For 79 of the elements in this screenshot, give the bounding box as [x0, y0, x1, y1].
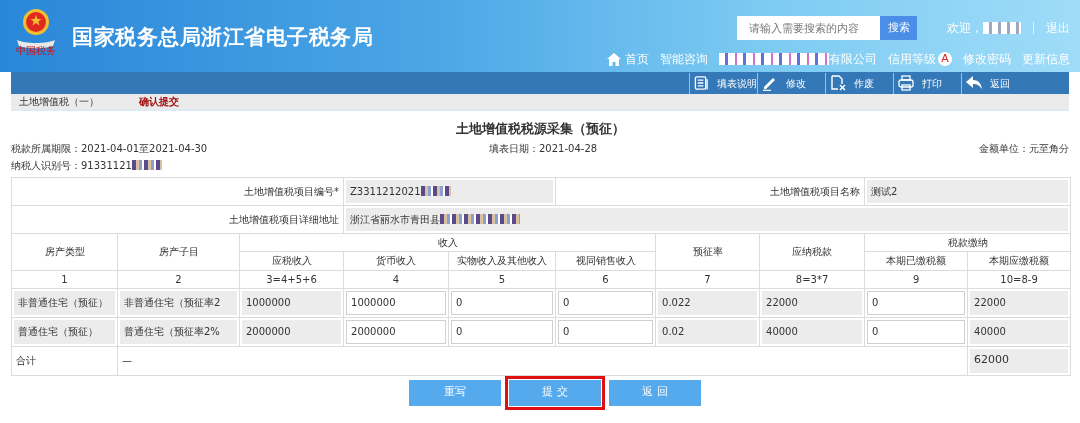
column-number: 10=8-9	[1000, 273, 1038, 285]
field-label: 土地增值税项目编号*	[244, 185, 339, 197]
value-field[interactable]: 2000000	[242, 319, 341, 344]
amount-unit: 金额单位：元至角分	[979, 141, 1069, 156]
column-header: 预征率	[692, 246, 723, 257]
total-field: 62000	[970, 348, 1069, 373]
column-number: 4	[392, 273, 400, 285]
redaction-mark	[420, 186, 451, 196]
site-title: 国家税务总局浙江省电子税务局	[72, 24, 374, 51]
value-field[interactable]: Z3311212021	[346, 179, 554, 203]
toolbar-button[interactable]: 打印	[893, 72, 961, 94]
value-field[interactable]: 22000	[970, 290, 1069, 315]
rating-badge: A	[938, 52, 952, 66]
column-number: 7	[704, 273, 711, 285]
value-field[interactable]: 40000	[762, 319, 863, 344]
toolbar-button[interactable]: 修改	[757, 72, 825, 94]
total-label: 合计	[16, 355, 36, 366]
value-field[interactable]: 普通住宅（预征率2%	[120, 319, 237, 344]
print-icon	[898, 75, 914, 91]
toolbar-button[interactable]: 作废	[825, 72, 893, 94]
column-number: 2	[175, 273, 182, 285]
search-field[interactable]: 请输入需要搜索的内容	[737, 16, 880, 40]
column-header: 应税收入	[271, 255, 312, 266]
value-field[interactable]: 1000000	[242, 290, 341, 315]
column-number: 1	[61, 273, 68, 285]
column-header: 视同销售收入	[575, 255, 636, 266]
document-icon	[694, 75, 709, 91]
value-field[interactable]: 2000000	[346, 319, 446, 344]
redaction-mark	[131, 160, 162, 170]
value-field[interactable]: 测试2	[867, 179, 1069, 203]
pencil-icon	[762, 75, 778, 91]
fill-date: 填表日期：2021-04-28	[489, 141, 598, 156]
home-icon	[607, 52, 621, 66]
value-field[interactable]: 0.02	[658, 319, 758, 344]
document-cross-icon	[830, 75, 846, 91]
value-field[interactable]: 0	[867, 319, 966, 344]
value-field[interactable]: 浙江省丽水市青田县	[346, 207, 1069, 231]
column-header: 应纳税款	[792, 246, 833, 257]
column-number: 8=3*7	[795, 273, 829, 285]
credit-rating-link[interactable]: 信用等级 A	[888, 50, 952, 68]
column-header: 税款缴纳	[947, 236, 988, 248]
value-field[interactable]: 0	[867, 290, 966, 315]
breadcrumb-item[interactable]: 确认提交	[139, 94, 179, 109]
value-field[interactable]: 0	[451, 319, 554, 344]
breadcrumb-item[interactable]: 土地增值税（一）	[19, 94, 131, 109]
company-name: 有限公司	[829, 51, 877, 68]
value-field[interactable]: 0	[558, 290, 654, 315]
tax-period: 税款所属期限：2021-04-01至2021-04-30	[11, 141, 209, 156]
taxpayer-id: 纳税人识别号：91331121	[11, 158, 132, 173]
column-header: 货币收入	[376, 255, 416, 266]
welcome-text: 欢迎，	[947, 20, 983, 37]
form-title: 土地增值税税源采集（预征）	[454, 120, 626, 138]
column-number: 5	[498, 273, 506, 285]
logo-caption: 中国税务	[16, 46, 56, 56]
value-field[interactable]: 普通住宅（预征）	[14, 319, 115, 344]
back-arrow-icon	[966, 76, 982, 90]
column-number: 3=4+5+6	[266, 273, 317, 285]
column-header: 房产类型	[44, 246, 85, 257]
column-number: 6	[602, 273, 609, 285]
dash-text: —	[122, 355, 132, 366]
value-field[interactable]: 0	[558, 319, 654, 344]
value-field[interactable]: 40000	[970, 319, 1069, 344]
value-field[interactable]: 1000000	[346, 290, 446, 315]
column-header: 实物收入及其他收入	[457, 255, 547, 266]
value-field[interactable]: 0.022	[658, 290, 758, 315]
field-label: 土地增值税项目名称	[770, 185, 861, 197]
value-field[interactable]: 非普通住宅（预征率2	[120, 290, 237, 315]
column-header: 房产子目	[158, 246, 199, 257]
toolbar-button[interactable]: 填表说明	[689, 72, 757, 94]
toolbar-button[interactable]: 返回	[961, 72, 1029, 94]
value-field[interactable]: 0	[451, 290, 554, 315]
redaction-mark	[983, 22, 1021, 34]
value-field[interactable]: 非普通住宅（预征）	[14, 290, 115, 315]
field-label: 土地增值税项目详细地址	[229, 213, 339, 225]
column-number: 9	[912, 273, 920, 285]
column-header: 本期应缴税额	[989, 255, 1050, 266]
column-header: 收入	[437, 236, 458, 248]
column-header: 本期已缴税额	[886, 255, 947, 266]
value-field[interactable]: 22000	[762, 290, 863, 315]
